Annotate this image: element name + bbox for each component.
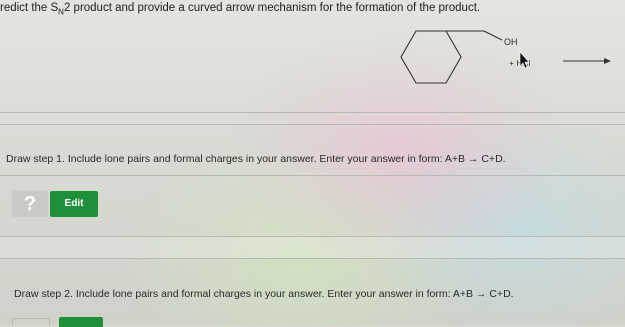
edit-button[interactable]: Edit <box>50 191 98 217</box>
divider <box>0 175 625 176</box>
reaction-scheme: OH + HCl <box>400 30 611 84</box>
step-separator-panel <box>0 236 625 258</box>
oh-label: OH <box>504 37 518 47</box>
question-prefix: redict the S <box>0 2 59 14</box>
oh-bond <box>483 30 503 41</box>
divider <box>0 112 625 113</box>
step1-prompt: Draw step 1. Include lone pairs and form… <box>6 153 506 165</box>
divider <box>0 124 625 125</box>
divider <box>0 258 625 259</box>
help-icon[interactable]: ? <box>12 191 48 217</box>
divider <box>0 236 625 237</box>
cyclohexane-ring <box>400 30 462 84</box>
edit-button[interactable] <box>59 317 103 327</box>
arrow-head-icon <box>604 58 611 64</box>
screen: redict the SN2 product and provide a cur… <box>0 0 625 327</box>
step2-prompt: Draw step 2. Include lone pairs and form… <box>14 288 514 300</box>
question-suffix: 2 product and provide a curved arrow mec… <box>63 2 481 14</box>
question-text: redict the SN2 product and provide a cur… <box>0 2 480 16</box>
